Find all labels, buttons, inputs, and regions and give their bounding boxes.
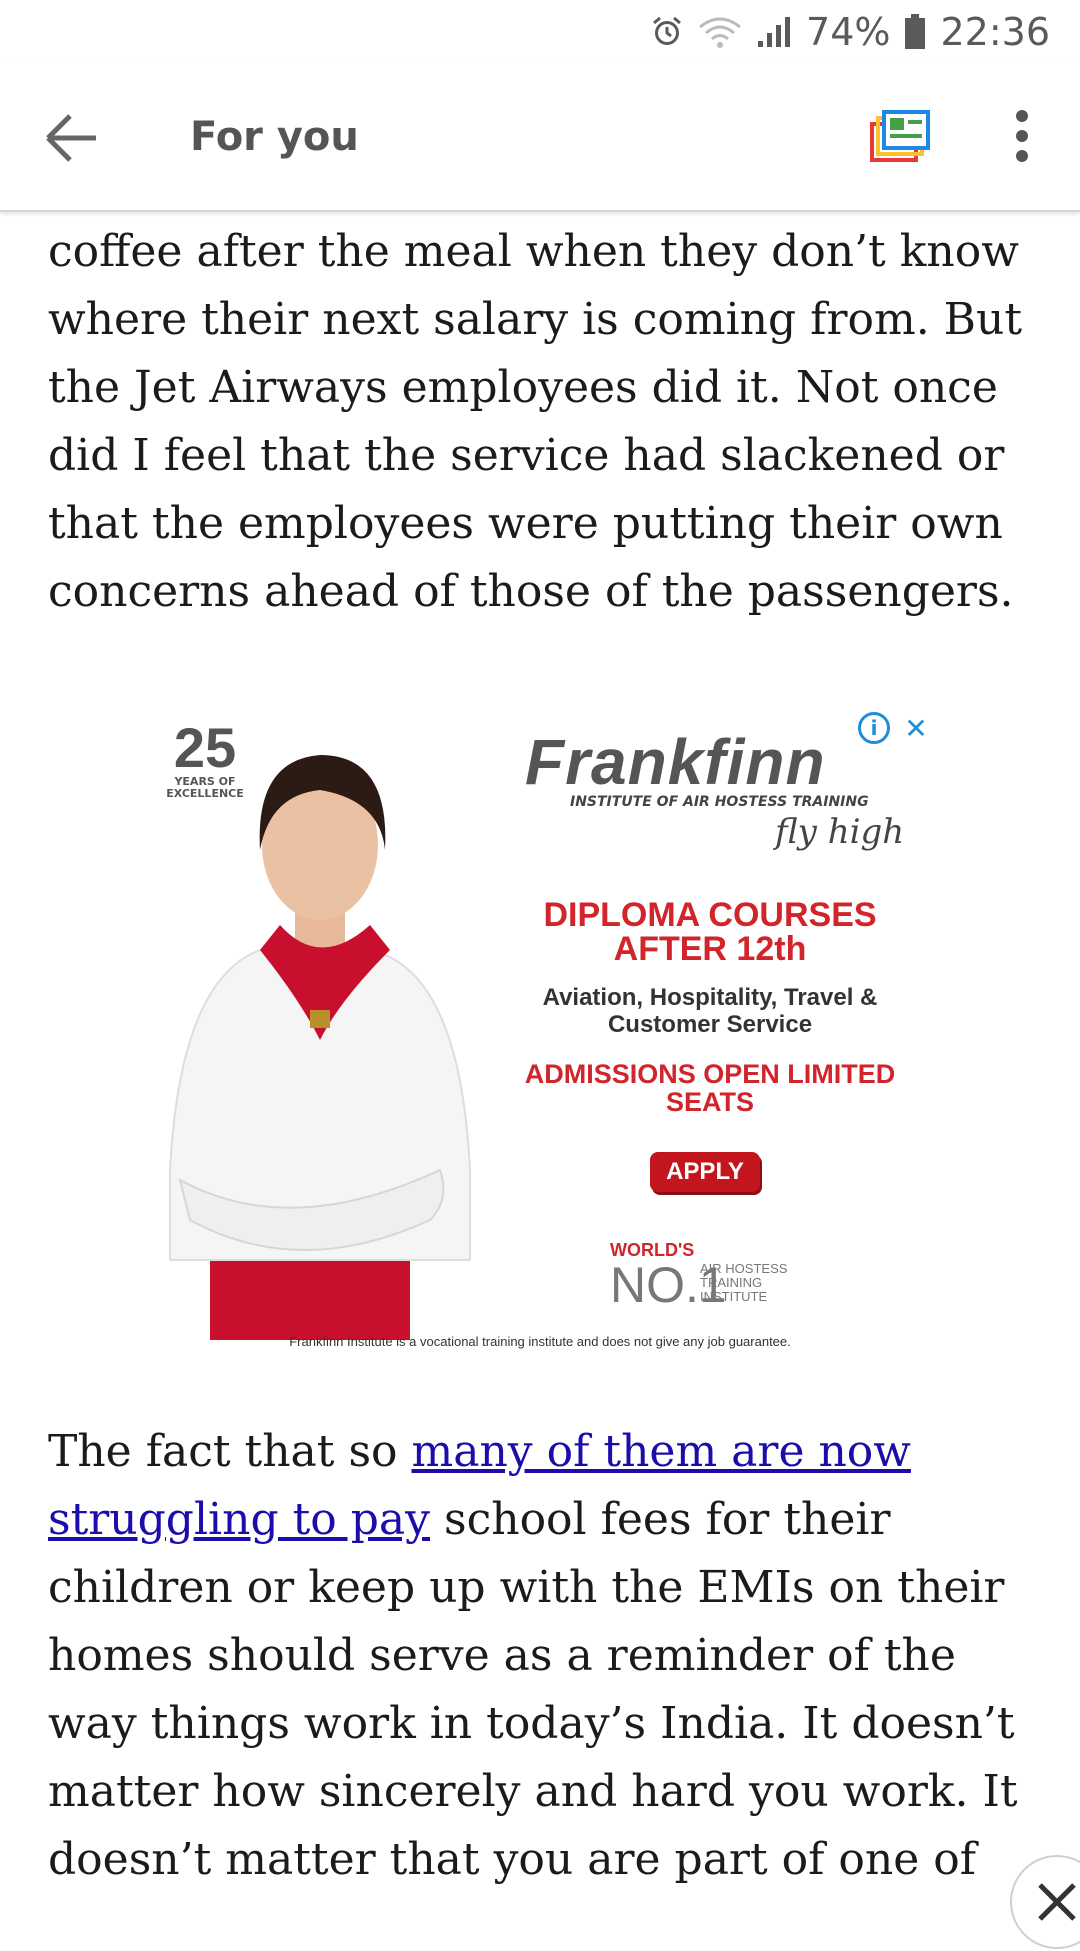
- battery-percent: 74%: [806, 10, 891, 54]
- paragraph-text: school fees for their children or keep u…: [48, 1494, 1018, 1885]
- app-bar: For you: [0, 64, 1080, 212]
- apply-button[interactable]: APPLY: [650, 1152, 760, 1192]
- ad-subjects: Aviation, Hospitality, Travel & Customer…: [542, 984, 878, 1038]
- ad-no1-sub: AIR HOSTESS TRAINING INSTITUTE: [700, 1261, 788, 1304]
- battery-icon: [905, 14, 926, 49]
- clock: 22:36: [940, 10, 1050, 54]
- ad-brand: Frankfinn INSTITUTE OF AIR HOSTESS TRAIN…: [525, 730, 925, 852]
- brand-subtitle: INSTITUTE OF AIR HOSTESS TRAINING: [570, 794, 869, 810]
- brand-logo: Frankfinn: [525, 726, 826, 798]
- brand-tagline: fly high: [775, 812, 905, 852]
- more-vert-icon: [1016, 110, 1028, 162]
- advertisement[interactable]: 25 YEARS OF EXCELLENCE i ✕ Frankfinn INS…: [140, 700, 940, 1360]
- wifi-icon: [699, 17, 741, 48]
- back-arrow-icon: [46, 114, 96, 162]
- floating-close-button[interactable]: [1010, 1855, 1080, 1949]
- article-paragraph: The fact that so many of them are now st…: [48, 1418, 1038, 1894]
- more-options-button[interactable]: [1004, 104, 1040, 168]
- anniversary-number: 25: [173, 716, 237, 779]
- news-button[interactable]: [870, 108, 930, 164]
- close-icon: [1038, 1883, 1076, 1921]
- article-paragraph: coffee after the meal when they don’t kn…: [48, 226, 1023, 617]
- status-bar: 74% 22:36: [0, 0, 1080, 64]
- paragraph-text: The fact that so: [48, 1426, 412, 1477]
- anniversary-label: YEARS OF EXCELLENCE: [166, 775, 244, 800]
- news-icon: [870, 110, 930, 162]
- ad-admissions: ADMISSIONS OPEN LIMITED SEATS: [524, 1059, 896, 1117]
- alarm-icon: [653, 16, 681, 45]
- back-button[interactable]: [44, 112, 100, 164]
- ad-disclaimer: Frankfinn Institute is a vocational trai…: [289, 1334, 791, 1349]
- ad-headline: DIPLOMA COURSES AFTER 12th: [543, 896, 877, 968]
- anniversary-badge: 25 YEARS OF EXCELLENCE: [160, 720, 250, 800]
- page-title: For you: [190, 114, 359, 160]
- signal-icon: [758, 17, 791, 47]
